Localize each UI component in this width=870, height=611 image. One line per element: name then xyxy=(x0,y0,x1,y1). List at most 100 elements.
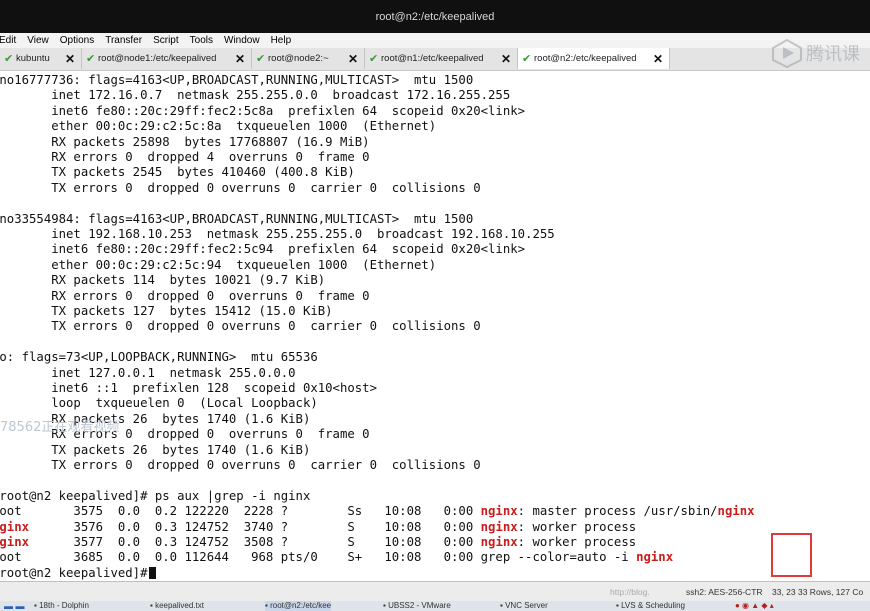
terminal-line: lo: flags=73<UP,LOOPBACK,RUNNING> mtu 65… xyxy=(0,350,318,365)
vmware-icon: ▪ xyxy=(383,601,386,610)
terminal-text: loop txqueuelen 0 (Local Loopback) xyxy=(0,396,318,411)
watermark-text: 腾讯课 xyxy=(806,44,860,64)
taskbar-item-label: root@n2:/etc/kee xyxy=(270,601,332,610)
terminal-line: TX packets 127 bytes 15412 (15.0 KiB) xyxy=(0,304,333,319)
taskbar-item-vmware[interactable]: ▪ UBSS2 - VMware xyxy=(383,601,451,611)
connected-check-icon: ✔ xyxy=(4,53,14,65)
terminal-line: TX packets 26 bytes 1740 (1.6 KiB) xyxy=(0,443,310,458)
terminal-text: TX errors 0 dropped 0 overruns 0 carrier… xyxy=(0,180,481,195)
menu-help[interactable]: Help xyxy=(271,35,292,46)
terminal-line: eno16777736: flags=4163<UP,BROADCAST,RUN… xyxy=(0,73,473,88)
status-bar: http://blog. ssh2: AES-256-CTR 33, 23 33… xyxy=(0,581,870,602)
terminal-text: TX packets 2545 bytes 410460 (400.8 KiB) xyxy=(0,165,355,180)
browser-icon: ▪ xyxy=(616,601,619,610)
terminal-text: inet 172.16.0.7 netmask 255.255.0.0 broa… xyxy=(0,88,511,103)
menu-tools[interactable]: Tools xyxy=(190,35,213,46)
terminal-line: inet 172.16.0.7 netmask 255.255.0.0 broa… xyxy=(0,88,510,103)
terminal-line: root 3575 0.0 0.2 122220 2228 ? Ss 10:08… xyxy=(0,504,755,519)
terminal-text: : worker process xyxy=(517,519,637,534)
menu-window[interactable]: Window xyxy=(224,35,260,46)
tab-node1[interactable]: ✔ root@node1:/etc/keepalived ✕ xyxy=(82,48,252,69)
terminal-text: inet 192.168.10.253 netmask 255.255.255.… xyxy=(0,227,555,241)
taskbar-item-label: keepalived.txt xyxy=(155,601,204,610)
window-titlebar: root@n2:/etc/keepalived xyxy=(0,0,870,33)
terminal-line: ether 00:0c:29:c2:5c:8a txqueuelen 1000 … xyxy=(0,119,436,134)
terminal-text: RX errors 0 dropped 4 overruns 0 frame 0 xyxy=(0,150,370,164)
taskbar-item-lvs[interactable]: ▪ LVS & Scheduling xyxy=(616,601,685,611)
terminal-text: inet6 ::1 prefixlen 128 scopeid 0x10<hos… xyxy=(0,381,377,395)
terminal-line: inet6 fe80::20c:29ff:fec2:5c94 prefixlen… xyxy=(0,242,525,257)
terminal-line: inet6 ::1 prefixlen 128 scopeid 0x10<hos… xyxy=(0,381,377,396)
terminal-text: eno33554984: flags=4163<UP,BROADCAST,RUN… xyxy=(0,211,474,226)
terminal-line: root 3685 0.0 0.0 112644 968 pts/0 S+ 10… xyxy=(0,550,673,565)
tab-n1[interactable]: ✔ root@n1:/etc/keepalived ✕ xyxy=(365,48,518,69)
terminal-text: [root@n2 keepalived]# xyxy=(0,565,155,580)
terminal-icon: ▪ xyxy=(265,601,268,610)
close-tab-icon[interactable]: ✕ xyxy=(653,52,663,66)
terminal-line: TX errors 0 dropped 0 overruns 0 carrier… xyxy=(0,319,480,334)
menu-options[interactable]: Options xyxy=(60,35,94,46)
highlighted-match: nginx xyxy=(480,504,518,519)
terminal-output[interactable]: eno16777736: flags=4163<UP,BROADCAST,RUN… xyxy=(0,71,870,581)
taskbar-item-dolphin[interactable]: ▪ 18th - Dolphin xyxy=(34,601,89,611)
terminal-line: inet 192.168.10.253 netmask 255.255.255.… xyxy=(0,227,555,242)
terminal-line: TX errors 0 dropped 0 overruns 0 carrier… xyxy=(0,180,481,196)
tab-kubuntu[interactable]: ✔ kubuntu ✕ xyxy=(0,48,82,69)
taskbar: ▬ ▬ ▪ 18th - Dolphin ▪ keepalived.txt ▪ … xyxy=(0,601,870,611)
status-position: 33, 23 33 Rows, 127 Co xyxy=(772,587,864,597)
taskbar-item-label: VNC Server xyxy=(505,601,548,610)
terminal-line: loop txqueuelen 0 (Local Loopback) xyxy=(0,396,318,411)
terminal-text: TX packets 26 bytes 1740 (1.6 KiB) xyxy=(0,442,311,457)
vnc-icon: ▪ xyxy=(500,601,503,610)
tab-label: root@node1:/etc/keepalived xyxy=(98,53,217,64)
terminal-text: lo: flags=73<UP,LOOPBACK,RUNNING> mtu 65… xyxy=(0,350,318,365)
taskbar-item-terminal[interactable]: ▪ root@n2:/etc/kee xyxy=(265,601,332,611)
document-icon: ▪ xyxy=(150,601,153,610)
terminal-text: : master process /usr/sbin/ xyxy=(517,504,718,519)
tab-n2[interactable]: ✔ root@n2:/etc/keepalived ✕ xyxy=(518,48,670,69)
terminal-text: RX errors 0 dropped 0 overruns 0 frame 0 xyxy=(0,288,370,303)
terminal-text: RX packets 25898 bytes 17768807 (16.9 Mi… xyxy=(0,134,370,149)
status-left-text: http://blog. xyxy=(610,587,650,597)
terminal-text: TX packets 127 bytes 15412 (15.0 KiB) xyxy=(0,304,333,318)
close-tab-icon[interactable]: ✕ xyxy=(348,52,358,66)
taskbar-item-label: UBSS2 - VMware xyxy=(388,601,451,610)
tab-label: root@n2:/etc/keepalived xyxy=(534,53,637,64)
terminal-cursor xyxy=(148,566,156,579)
close-tab-icon[interactable]: ✕ xyxy=(235,52,245,66)
taskbar-item-vnc[interactable]: ▪ VNC Server xyxy=(500,601,548,611)
terminal-line: ether 00:0c:29:c2:5c:94 txqueuelen 1000 … xyxy=(0,258,436,273)
terminal-line: RX errors 0 dropped 4 overruns 0 frame 0 xyxy=(0,150,370,165)
terminal-line: TX packets 2545 bytes 410460 (400.8 KiB) xyxy=(0,165,355,180)
taskbar-item-keepalived-txt[interactable]: ▪ keepalived.txt xyxy=(150,601,204,611)
menu-view[interactable]: View xyxy=(27,35,49,46)
close-tab-icon[interactable]: ✕ xyxy=(65,52,75,66)
tab-node2[interactable]: ✔ root@node2:~ ✕ xyxy=(252,48,365,69)
session-tab-bar: ✔ kubuntu ✕ ✔ root@node1:/etc/keepalived… xyxy=(0,48,870,71)
menu-bar: Edit View Options Transfer Script Tools … xyxy=(0,33,870,48)
menu-transfer[interactable]: Transfer xyxy=(105,35,142,46)
terminal-line: RX errors 0 dropped 0 overruns 0 frame 0 xyxy=(0,288,370,304)
taskbar-item-label: 18th - Dolphin xyxy=(39,601,89,610)
terminal-text: : worker process xyxy=(517,535,637,549)
menu-edit[interactable]: Edit xyxy=(0,35,16,46)
close-tab-icon[interactable]: ✕ xyxy=(501,52,511,66)
highlighted-match: nginx xyxy=(480,519,518,534)
connected-check-icon: ✔ xyxy=(522,53,532,65)
terminal-text: inet6 fe80::20c:29ff:fec2:5c94 prefixlen… xyxy=(0,242,526,257)
menu-script[interactable]: Script xyxy=(153,35,179,46)
terminal-line: inet 127.0.0.1 netmask 255.0.0.0 xyxy=(0,366,295,381)
tray-icons[interactable]: ● ◉ ▲ ◆ ▴ xyxy=(735,601,774,611)
terminal-text: eno16777736: flags=4163<UP,BROADCAST,RUN… xyxy=(0,73,474,87)
highlighted-match: nginx xyxy=(480,535,518,549)
folder-icon: ▪ xyxy=(34,601,37,610)
terminal-line: nginx 3577 0.0 0.3 124752 3508 ? S 10:08… xyxy=(0,535,636,550)
terminal-line: eno33554984: flags=4163<UP,BROADCAST,RUN… xyxy=(0,212,473,227)
tab-label: root@node2:~ xyxy=(268,53,329,64)
window-title: root@n2:/etc/keepalived xyxy=(375,10,495,23)
viewer-overlay-text: 78562正在观看视频 xyxy=(0,420,120,435)
annotation-box xyxy=(771,533,812,577)
terminal-line: TX errors 0 dropped 0 overruns 0 carrier… xyxy=(0,458,480,473)
terminal-text: 3576 0.0 0.3 124752 3740 ? S 10:08 0:00 xyxy=(29,519,481,534)
app-launcher-icon[interactable]: ▬ ▬ xyxy=(4,601,25,611)
